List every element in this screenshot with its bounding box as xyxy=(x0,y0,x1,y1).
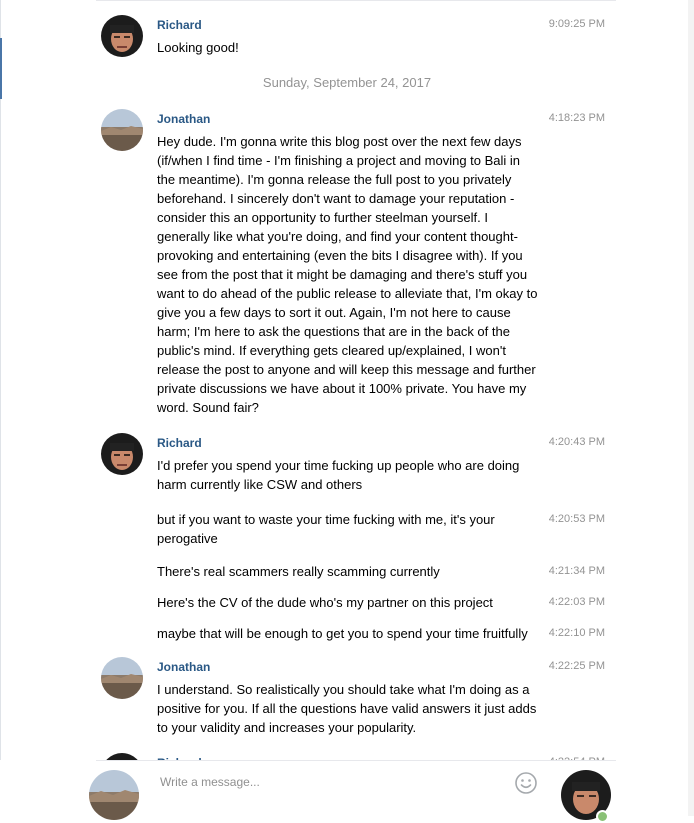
message-time[interactable]: 4:22:10 PM xyxy=(549,627,605,639)
composer-divider xyxy=(96,760,616,761)
message-time[interactable]: 4:20:43 PM xyxy=(549,436,605,448)
message-author[interactable]: Richard xyxy=(157,436,202,450)
message-time[interactable]: 4:18:23 PM xyxy=(549,112,605,124)
message-time[interactable]: 4:20:53 PM xyxy=(549,513,605,525)
message-author[interactable]: Jonathan xyxy=(157,112,210,126)
message-time[interactable]: 4:22:03 PM xyxy=(549,596,605,608)
message-time[interactable]: 4:21:34 PM xyxy=(549,565,605,577)
my-avatar[interactable] xyxy=(89,770,139,820)
message-time[interactable]: 4:22:25 PM xyxy=(549,660,605,672)
message-feed[interactable]: Richard 9:09:25 PM Looking good! Sunday,… xyxy=(0,0,694,795)
message-text: Looking good! xyxy=(157,40,239,55)
online-status-icon xyxy=(596,810,609,823)
message-text: but if you want to waste your time fucki… xyxy=(157,512,499,546)
avatar-jonathan[interactable] xyxy=(101,657,143,699)
date-separator: Sunday, September 24, 2017 xyxy=(262,75,432,90)
message-input[interactable] xyxy=(160,772,500,792)
avatar-jonathan[interactable] xyxy=(101,109,143,151)
smile-icon[interactable] xyxy=(514,771,538,795)
message-text: There's real scammers really scamming cu… xyxy=(157,564,440,579)
message-text: I understand. So realistically you shoul… xyxy=(157,682,540,735)
avatar-richard[interactable] xyxy=(101,433,143,475)
message-text: maybe that will be enough to get you to … xyxy=(157,626,528,641)
message-text: Hey dude. I'm gonna write this blog post… xyxy=(157,134,542,415)
message-text: I'd prefer you spend your time fucking u… xyxy=(157,458,523,492)
scrollbar[interactable] xyxy=(688,0,694,816)
message-author[interactable]: Richard xyxy=(157,18,202,32)
message-text: Here's the CV of the dude who's my partn… xyxy=(157,595,493,610)
message-author[interactable]: Jonathan xyxy=(157,660,210,674)
message-time[interactable]: 9:09:25 PM xyxy=(549,18,605,30)
avatar-richard[interactable] xyxy=(101,15,143,57)
message-composer xyxy=(0,760,694,823)
